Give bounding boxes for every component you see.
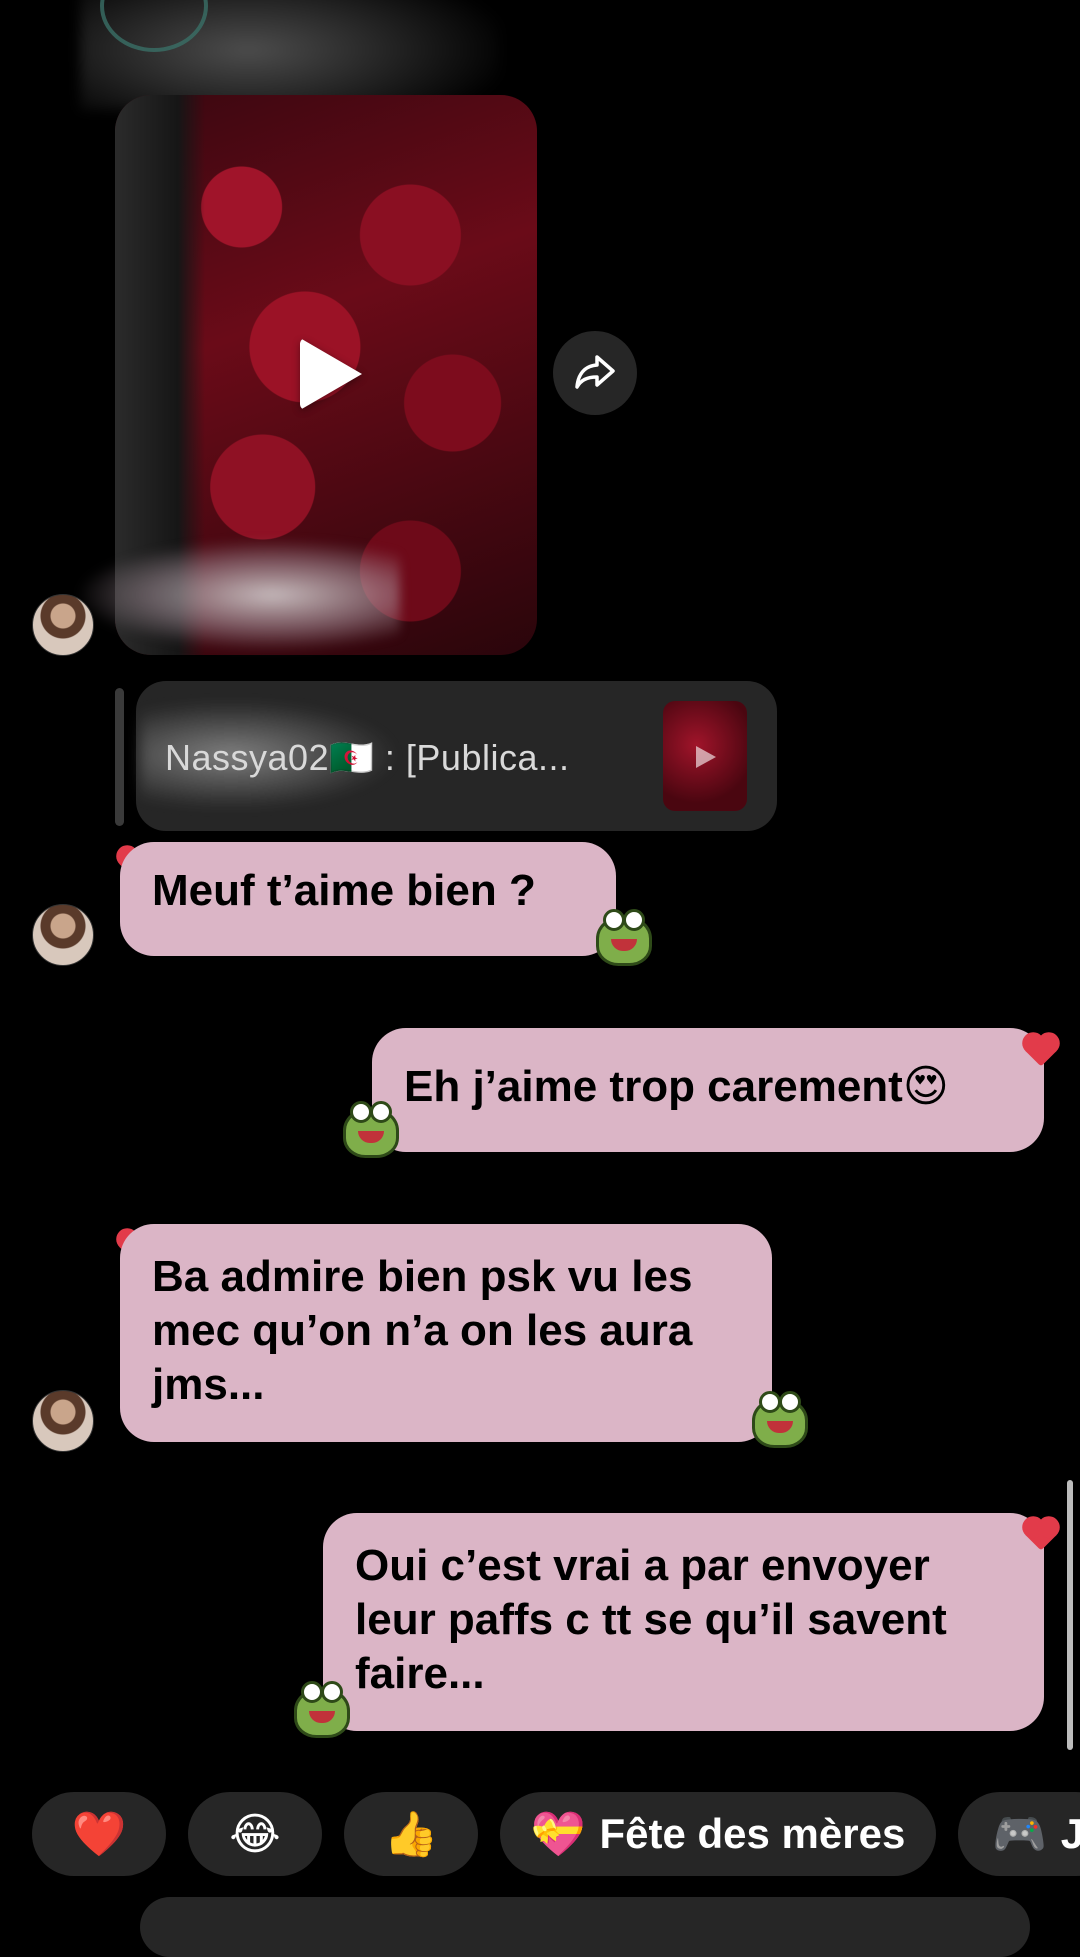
message-bubble[interactable]: Eh j’aime trop carement😍 (372, 1028, 1044, 1152)
message-line: Oui c’est vrai a par envoyer (355, 1541, 930, 1590)
avatar[interactable] (32, 904, 94, 966)
frog-sticker-icon (596, 909, 652, 966)
message-line: mec qu’on n’a on les aura (152, 1306, 693, 1355)
frog-sticker-icon (752, 1391, 808, 1448)
share-button[interactable] (553, 331, 637, 415)
play-icon (696, 746, 716, 768)
message-bubble[interactable]: Oui c’est vrai a par envoyer leur paffs … (323, 1513, 1044, 1731)
message-line: leur paffs c tt se qu’il savent (355, 1595, 947, 1644)
play-icon[interactable] (300, 338, 362, 410)
heart-icon: ❤️ (71, 1810, 127, 1859)
gamepad-icon: 🎮 (992, 1810, 1047, 1859)
share-arrow-icon (575, 355, 615, 389)
message-bubble[interactable]: Ba admire bien psk vu les mec qu’on n’a … (120, 1224, 772, 1442)
quick-reply-games[interactable]: 🎮 J (958, 1792, 1080, 1876)
frog-sticker-icon (294, 1681, 350, 1738)
laughing-emoji-icon: 😂 (229, 1809, 281, 1859)
quick-reply-label: Fête des mères (599, 1810, 906, 1857)
reply-indicator-bar (115, 688, 124, 826)
message-line: Ba admire bien psk vu les (152, 1252, 693, 1301)
avatar[interactable] (32, 1390, 94, 1452)
gift-heart-icon: 💝 (530, 1810, 586, 1859)
quick-reply-thumbs-up[interactable]: 👍 (344, 1792, 478, 1876)
thumbs-up-icon: 👍 (383, 1810, 439, 1859)
reply-quote-text: Nassya02🇩🇿 : [Publica... (165, 737, 570, 778)
frog-sticker-icon (343, 1101, 399, 1158)
message-line: faire... (355, 1649, 485, 1698)
message-text: Eh j’aime trop carement😍 (404, 1062, 949, 1111)
quick-reply-label: J (1060, 1810, 1080, 1857)
message-line: jms... (152, 1360, 265, 1409)
avatar[interactable] (32, 594, 94, 656)
message-bubble[interactable]: Meuf t’aime bien ? (120, 842, 616, 956)
quick-reply-fete-des-meres[interactable]: 💝 Fête des mères (500, 1792, 936, 1876)
quick-reply-heart[interactable]: ❤️ (32, 1792, 166, 1876)
quick-reply-laugh[interactable]: 😂 (188, 1792, 322, 1876)
scrollbar[interactable] (1067, 1480, 1073, 1750)
message-input-bar[interactable] (140, 1897, 1030, 1957)
message-text: Meuf t’aime bien ? (152, 866, 536, 915)
blur-smudge (80, 540, 400, 650)
